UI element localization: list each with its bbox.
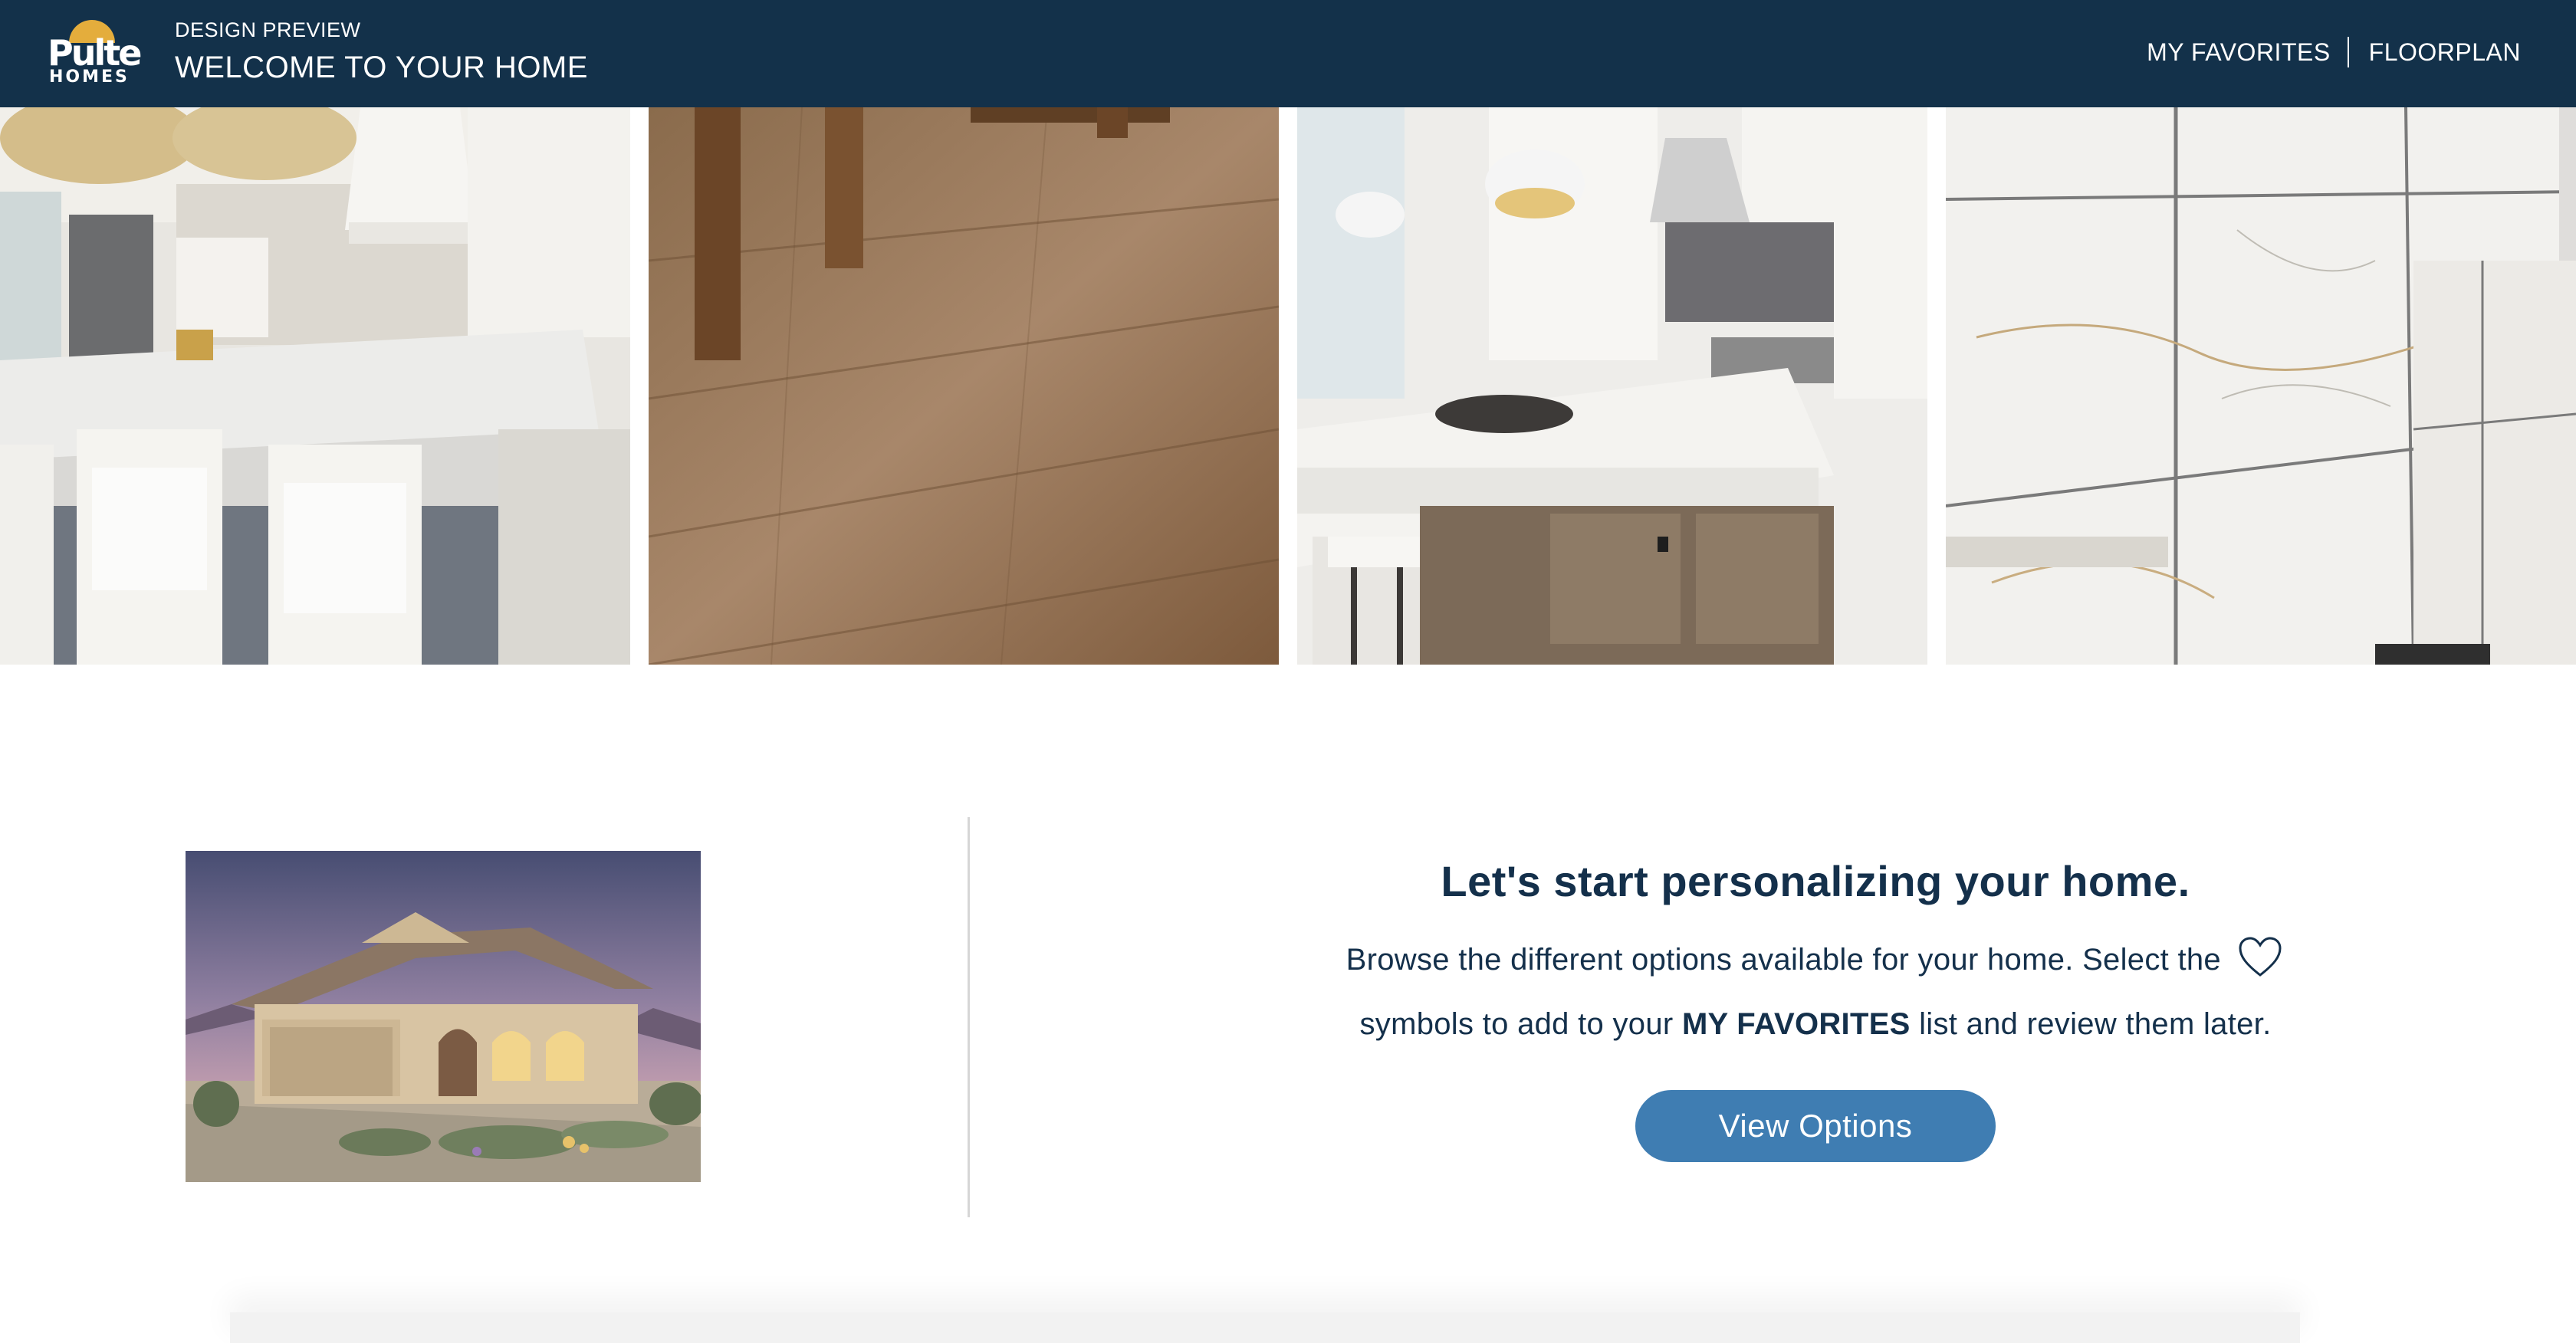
gallery-image-white-kitchen [0,107,630,665]
header-title: WELCOME TO YOUR HOME [175,51,588,84]
home-exterior-image [186,851,701,1182]
intro-body-part3: list and review them later. [1919,1007,2272,1041]
view-options-button[interactable]: View Options [1635,1090,1996,1162]
intro-body: Browse the different options available f… [1211,928,2420,1056]
heart-icon [2236,932,2285,981]
intro-body-part1: Browse the different options available f… [1346,943,2221,977]
intro-body-favorites-bold: MY FAVORITES [1681,1007,1911,1041]
gallery-image-wood-floor [649,107,1279,665]
gallery-image-marble-shower [1946,107,2576,665]
pulte-homes-logo[interactable]: Pulte HOMES [43,20,142,89]
section-divider [968,817,970,1217]
intro-body-part2: symbols to add to your [1359,1007,1674,1041]
intro-heading: Let's start personalizing your home. [1441,857,2190,905]
header-nav: MY FAVORITES FLOORPLAN [2147,37,2521,67]
header-subtitle: DESIGN PREVIEW [175,18,361,41]
next-section-edge [230,1312,2300,1343]
gallery-image-kitchen-island [1297,107,1927,665]
nav-my-favorites[interactable]: MY FAVORITES [2147,38,2331,67]
logo-wordmark: Pulte [48,32,142,74]
nav-divider [2347,37,2349,67]
top-header: Pulte HOMES DESIGN PREVIEW WELCOME TO YO… [0,0,2576,107]
nav-floorplan[interactable]: FLOORPLAN [2369,38,2521,67]
intro-panel: Let's start personalizing your home. Bro… [1211,851,2420,1162]
logo-subword: HOMES [49,67,130,87]
inspiration-gallery [0,107,2576,665]
